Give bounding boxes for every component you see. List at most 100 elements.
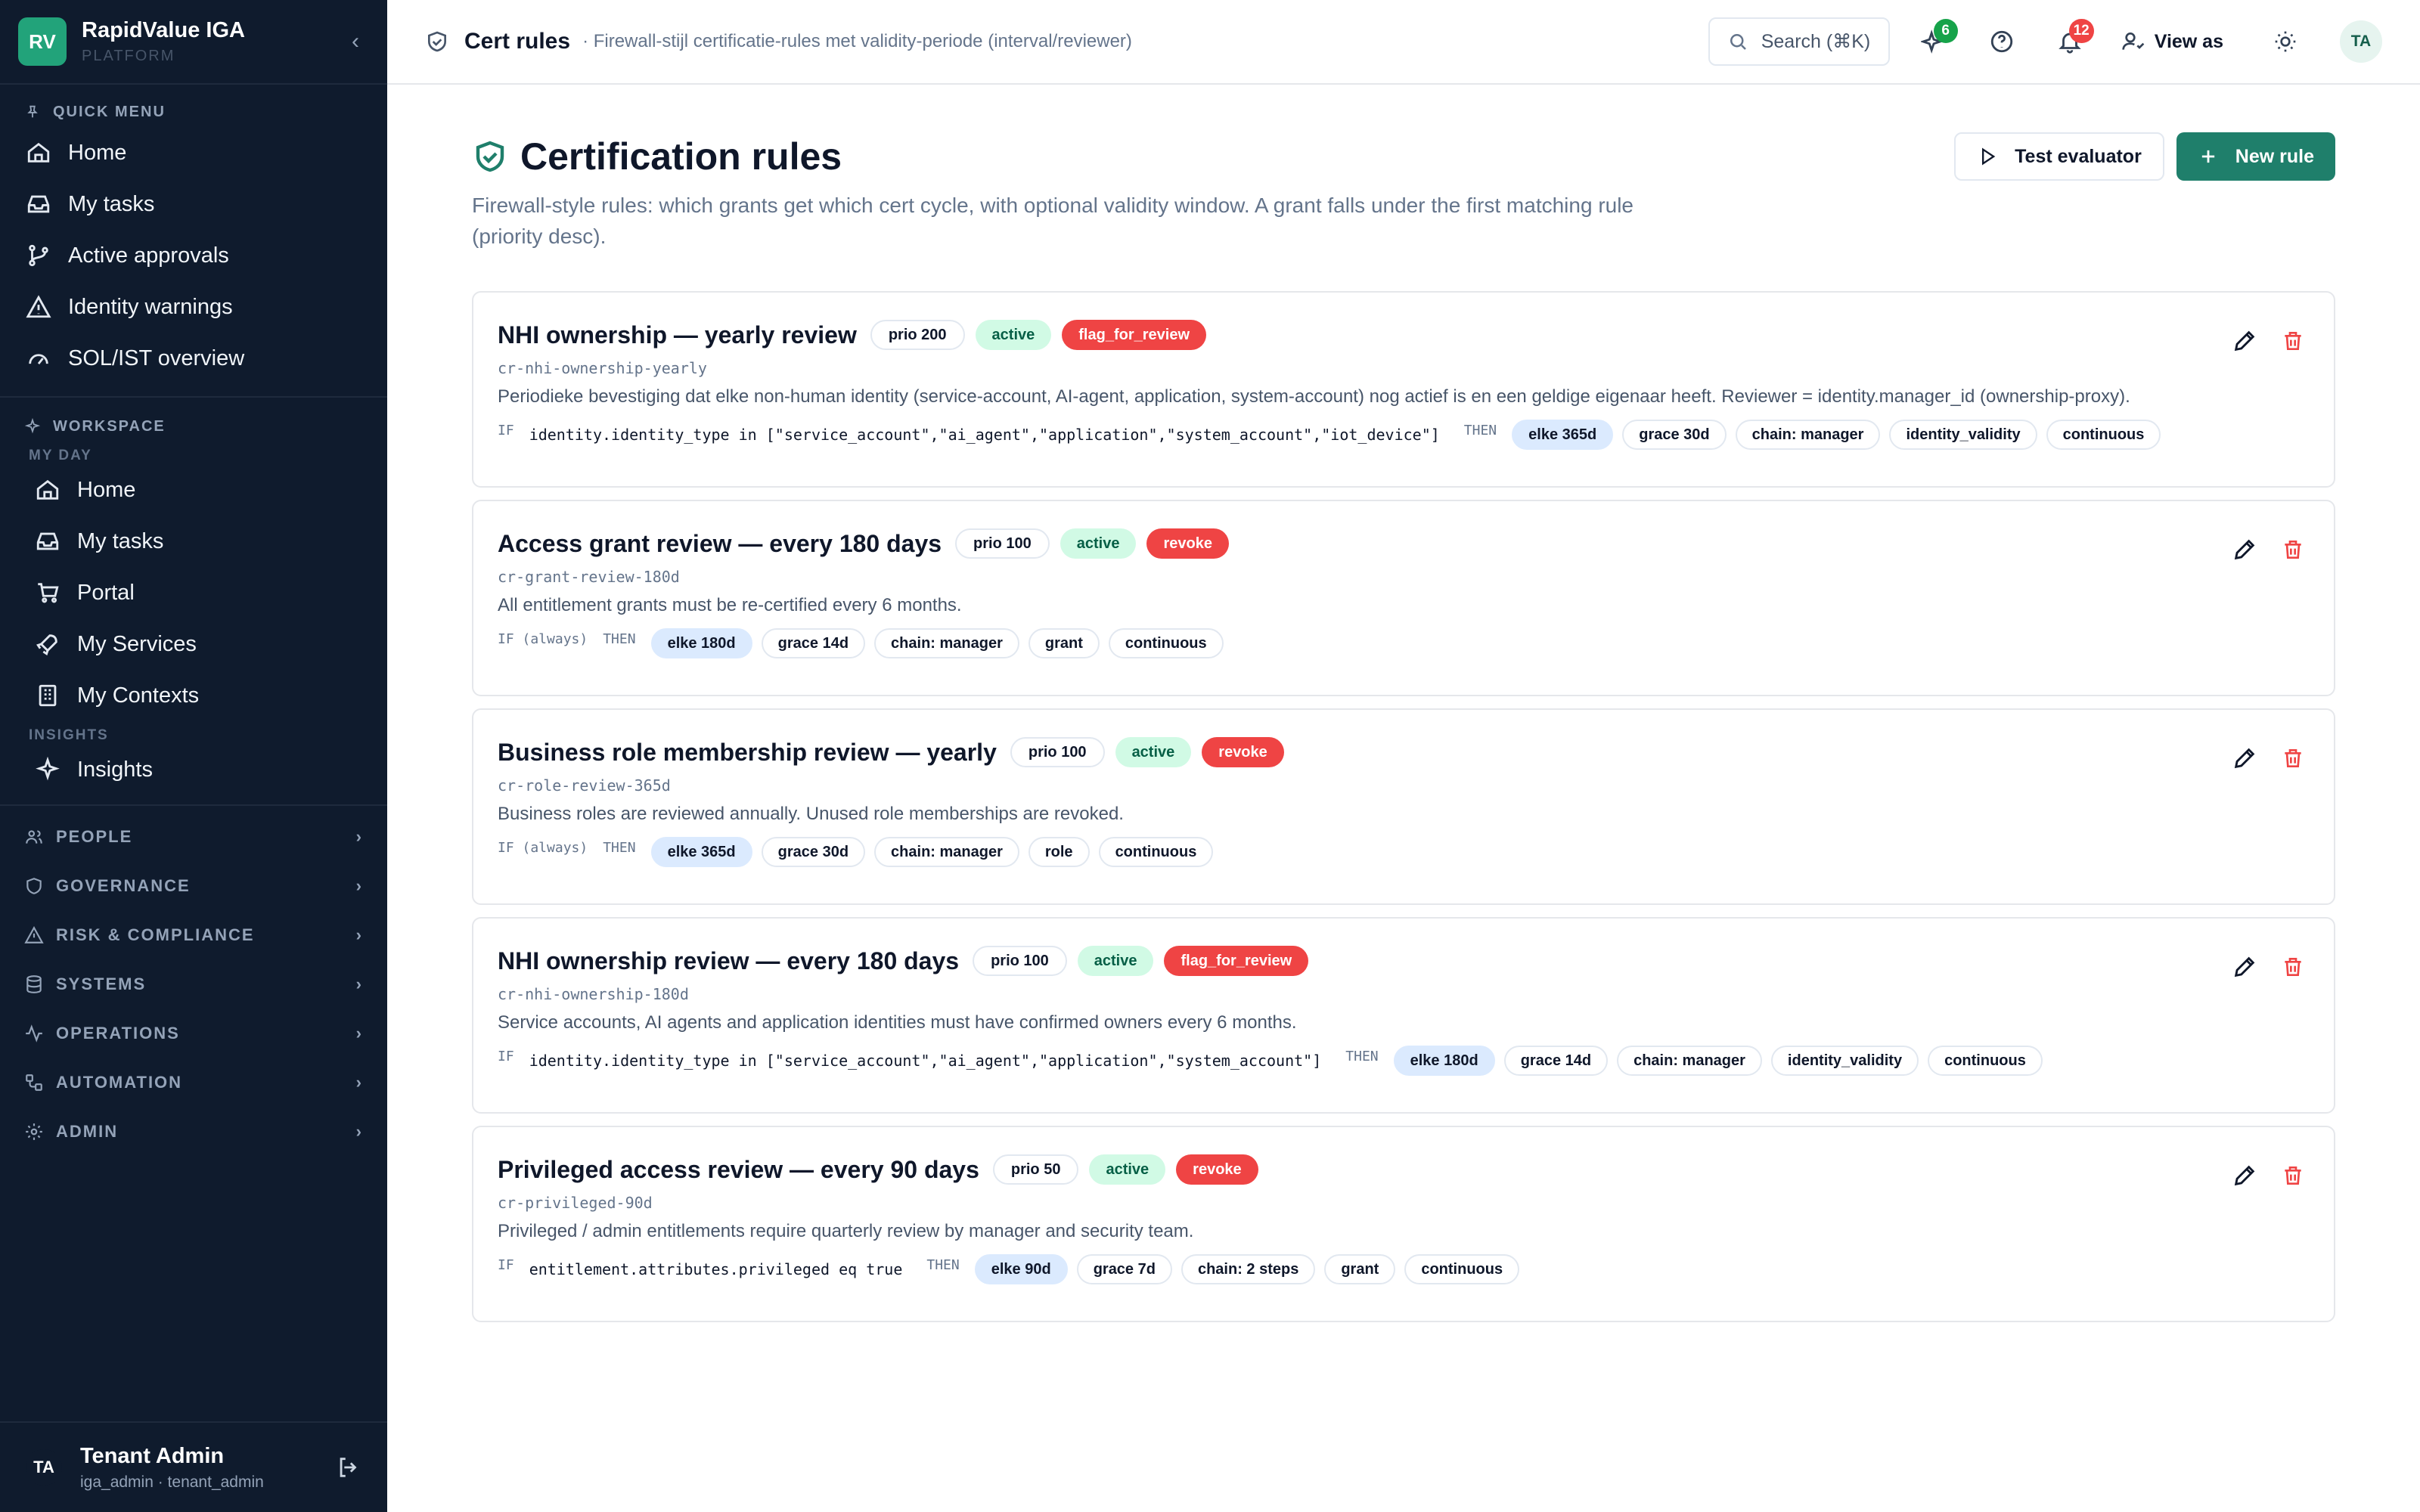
rule-card[interactable]: NHI ownership — yearly review prio 200 a… xyxy=(472,291,2335,488)
rule-chip: chain: manager xyxy=(1617,1046,1762,1076)
sidebar-group-label: SYSTEMS xyxy=(56,974,147,993)
sidebar-item-home-2[interactable]: Home xyxy=(0,464,387,516)
avatar[interactable]: TA xyxy=(2340,20,2382,63)
building-icon xyxy=(39,684,57,707)
help-button[interactable] xyxy=(1978,17,2026,66)
sidebar-item-my-tasks-2[interactable]: My tasks xyxy=(0,516,387,567)
test-evaluator-label: Test evaluator xyxy=(2015,145,2142,167)
delete-button[interactable] xyxy=(2275,1157,2311,1194)
rule-condition: IF (always) THEN elke 180d grace 14d chain… xyxy=(498,628,2310,658)
new-rule-label: New rule xyxy=(2235,145,2314,167)
if-keyword: IF (always) xyxy=(498,839,588,856)
ai-assistant-button[interactable]: 6 xyxy=(1910,17,1958,66)
breadcrumb-description: · Firewall-stijl certificatie-rules met … xyxy=(582,31,1132,51)
rule-chip: continuous xyxy=(1404,1254,1520,1284)
condition-expression: identity.identity_type in ["service_acco… xyxy=(529,426,1440,444)
home-icon xyxy=(27,142,50,163)
sidebar-item-label: My Services xyxy=(77,631,197,656)
sidebar-item-home[interactable]: Home xyxy=(0,127,387,178)
theme-toggle[interactable] xyxy=(2261,17,2310,66)
rule-description: Service accounts, AI agents and applicat… xyxy=(498,1012,1297,1033)
sidebar-item-identity-warnings[interactable]: Identity warnings xyxy=(0,281,387,333)
edit-button[interactable] xyxy=(2226,740,2263,776)
edit-button[interactable] xyxy=(2226,949,2263,985)
inbox-icon xyxy=(27,195,50,213)
avatar[interactable]: TA xyxy=(26,1449,62,1486)
sidebar-item-my-contexts[interactable]: My Contexts xyxy=(0,670,387,721)
logout-icon[interactable] xyxy=(336,1455,361,1480)
new-rule-button[interactable]: New rule xyxy=(2176,132,2335,181)
sidebar-group-risk[interactable]: RISK & COMPLIANCE › xyxy=(0,910,387,959)
database-icon xyxy=(26,974,42,993)
sidebar-group-automation[interactable]: AUTOMATION › xyxy=(0,1058,387,1107)
if-keyword: IF xyxy=(498,1048,514,1064)
sidebar-item-active-approvals[interactable]: Active approvals xyxy=(0,230,387,281)
sidebar-group-systems[interactable]: SYSTEMS › xyxy=(0,959,387,1009)
trash-icon xyxy=(2285,749,2301,767)
rule-condition: IF entitlement.attributes.privileged eq … xyxy=(498,1254,2310,1284)
rule-card[interactable]: Business role membership review — yearly… xyxy=(472,708,2335,905)
rule-title: NHI ownership — yearly review xyxy=(498,321,857,349)
edit-button[interactable] xyxy=(2226,1157,2263,1194)
rule-id: cr-nhi-ownership-yearly xyxy=(498,359,707,377)
action-badge: revoke xyxy=(1176,1154,1258,1185)
sidebar-group-label: AUTOMATION xyxy=(56,1072,183,1092)
rule-chip: elke 365d xyxy=(650,837,752,867)
rule-chip: grant xyxy=(1028,628,1100,658)
brand: RV RapidValue IGA PLATFORM ‹ xyxy=(0,0,387,85)
activity-icon xyxy=(26,1024,42,1043)
workflow-icon xyxy=(26,1074,42,1091)
search-button[interactable]: Search (⌘K) xyxy=(1708,17,1890,66)
rule-card[interactable]: NHI ownership review — every 180 days pr… xyxy=(472,917,2335,1114)
rule-card[interactable]: Privileged access review — every 90 days… xyxy=(472,1126,2335,1322)
delete-button[interactable] xyxy=(2275,949,2311,985)
my-day-label: MY DAY xyxy=(29,448,92,463)
rule-chip: elke 180d xyxy=(1393,1046,1495,1076)
sidebar-group-governance[interactable]: GOVERNANCE › xyxy=(0,861,387,910)
notifications-button[interactable]: 12 xyxy=(2046,17,2094,66)
collapse-sidebar-icon[interactable]: ‹ xyxy=(342,29,369,54)
brand-logo[interactable]: RV xyxy=(18,17,67,66)
quick-menu-header: QUICK MENU xyxy=(0,97,387,127)
edit-button[interactable] xyxy=(2226,323,2263,359)
sidebar-item-portal[interactable]: Portal xyxy=(0,567,387,618)
sidebar-item-my-tasks[interactable]: My tasks xyxy=(0,178,387,230)
delete-button[interactable] xyxy=(2275,740,2311,776)
sidebar-item-sol-ist[interactable]: SOL/IST overview xyxy=(0,333,387,384)
rule-chip: grace 14d xyxy=(761,628,866,658)
gear-icon xyxy=(26,1123,42,1140)
if-keyword: IF xyxy=(498,422,514,438)
sidebar-group-label: PEOPLE xyxy=(56,826,133,846)
then-keyword: THEN xyxy=(1463,422,1497,438)
sidebar-item-insights[interactable]: Insights xyxy=(0,744,387,795)
priority-badge: prio 100 xyxy=(973,946,1067,976)
test-evaluator-button[interactable]: Test evaluator xyxy=(1954,132,2164,181)
then-keyword: THEN xyxy=(1345,1048,1379,1064)
chevron-right-icon: › xyxy=(355,826,363,846)
home-icon xyxy=(36,479,59,500)
sidebar-item-my-services[interactable]: My Services xyxy=(0,618,387,670)
rule-title: Business role membership review — yearly xyxy=(498,738,997,766)
sidebar-group-operations[interactable]: OPERATIONS › xyxy=(0,1009,387,1058)
rule-description: Privileged / admin entitlements require … xyxy=(498,1221,1194,1241)
delete-button[interactable] xyxy=(2275,531,2311,568)
edit-button[interactable] xyxy=(2226,531,2263,568)
action-badge: flag_for_review xyxy=(1062,320,1206,350)
rule-chip: chain: 2 steps xyxy=(1181,1254,1316,1284)
users-icon xyxy=(26,829,42,844)
then-keyword: THEN xyxy=(603,631,636,647)
brand-name: RapidValue IGA xyxy=(82,18,245,42)
view-as-button[interactable]: View as xyxy=(2121,29,2223,54)
sidebar-group-people[interactable]: PEOPLE › xyxy=(0,812,387,861)
if-keyword: IF xyxy=(498,1256,514,1273)
action-badge: flag_for_review xyxy=(1164,946,1309,976)
sidebar-item-label: My tasks xyxy=(77,528,164,553)
sidebar-group-admin[interactable]: ADMIN › xyxy=(0,1107,387,1156)
topbar: Cert rules · Firewall-stijl certificatie… xyxy=(387,0,2420,85)
insights-label: INSIGHTS xyxy=(29,727,109,743)
rule-chip: identity_validity xyxy=(1889,420,2037,450)
sidebar-item-label: My tasks xyxy=(68,191,155,216)
then-keyword: THEN xyxy=(926,1256,960,1273)
rule-card[interactable]: Access grant review — every 180 days pri… xyxy=(472,500,2335,696)
delete-button[interactable] xyxy=(2275,323,2311,359)
